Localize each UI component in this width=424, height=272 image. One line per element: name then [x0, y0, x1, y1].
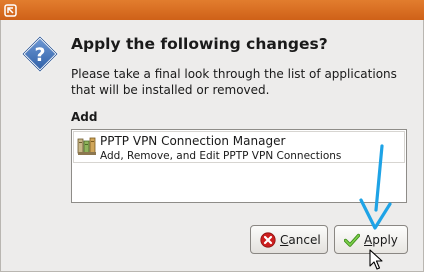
cancel-button-label: Cancel: [280, 233, 321, 247]
apply-button-label: Apply: [364, 233, 398, 247]
cancel-label-rest: ancel: [288, 233, 321, 247]
changes-list[interactable]: PPTP VPN Connection Manager Add, Remove,…: [71, 129, 407, 203]
dialog-window: ? Apply the following changes? Please ta…: [0, 0, 424, 272]
package-icon: [77, 137, 96, 155]
apply-button[interactable]: Apply: [334, 225, 408, 254]
dialog-heading: Apply the following changes?: [71, 35, 328, 53]
window-menu-icon[interactable]: [4, 4, 17, 17]
add-section-label: Add: [71, 110, 98, 124]
dialog-description: Please take a final look through the lis…: [71, 67, 397, 97]
cancel-button[interactable]: Cancel: [250, 225, 328, 254]
svg-text:?: ?: [34, 44, 45, 66]
package-description: Add, Remove, and Edit PPTP VPN Connectio…: [100, 150, 342, 162]
cancel-icon: [260, 232, 276, 248]
title-bar[interactable]: [0, 0, 424, 20]
package-name: PPTP VPN Connection Manager: [100, 134, 286, 148]
apply-label-rest: pply: [372, 233, 398, 247]
checkmark-icon: [344, 233, 360, 247]
apply-mnemonic: A: [364, 233, 373, 247]
list-item[interactable]: PPTP VPN Connection Manager Add, Remove,…: [73, 131, 405, 163]
question-icon: ?: [21, 35, 59, 73]
